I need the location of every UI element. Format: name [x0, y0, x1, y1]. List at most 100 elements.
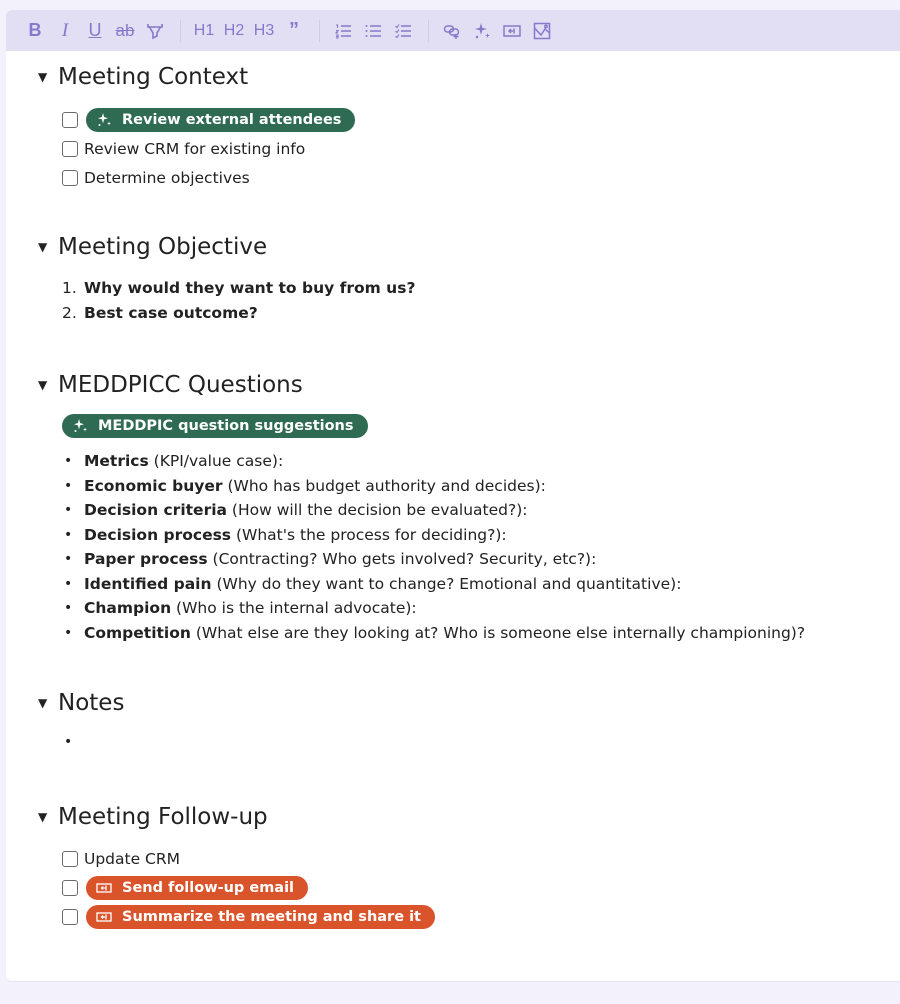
insert-image-button[interactable]: [531, 18, 553, 44]
heading-text: Meeting Context: [58, 64, 249, 90]
description: (What else are they looking at? Who is s…: [190, 623, 806, 642]
task-item: Summarize the meeting and share it: [38, 903, 900, 932]
ai-sparkle-button[interactable]: [471, 18, 493, 44]
action-pill[interactable]: Send follow-up email: [86, 876, 309, 900]
highlight-button[interactable]: [144, 18, 166, 44]
task-item: Update CRM: [38, 845, 900, 874]
pill-label: MEDDPIC question suggestions: [98, 418, 354, 434]
section-meeting-follow-up: ▼ Meeting Follow-up Update CRM Send foll…: [38, 799, 900, 932]
insert-action-icon: [96, 909, 112, 925]
task-item: Send follow-up email: [38, 874, 900, 903]
task-label: Update CRM: [84, 850, 181, 868]
formatting-toolbar: B I U ab H1 H2 H3 ”: [6, 10, 900, 51]
toolbar-divider: [319, 19, 320, 42]
list-text: Best case outcome?: [84, 303, 258, 322]
pill-label: Summarize the meeting and share it: [122, 909, 421, 925]
term: Metrics: [84, 452, 149, 471]
sparkle-icon: [96, 112, 112, 128]
section-meddpicc-questions: ▼ MEDDPICC Questions MEDDPIC question su…: [38, 367, 900, 645]
numbered-list-item: 1. Why would they want to buy from us?: [38, 276, 900, 301]
bullet-dot: •: [64, 575, 73, 592]
bullet-item: • Metrics (KPI/value case):: [38, 449, 900, 474]
collapse-caret-icon[interactable]: ▼: [38, 696, 58, 710]
task-item: Determine objectives: [38, 163, 900, 192]
bullet-item: • Competition (What else are they looking…: [38, 621, 900, 646]
heading-text: Meeting Objective: [58, 234, 268, 260]
ai-suggestion-pill[interactable]: Review external attendees: [86, 107, 356, 132]
section-heading: ▼ Meeting Context: [38, 59, 900, 95]
heading3-button[interactable]: H3: [253, 18, 275, 44]
sparkle-icon: [72, 418, 88, 434]
empty-bullet-item[interactable]: •: [38, 730, 900, 755]
collapse-caret-icon[interactable]: ▼: [38, 70, 58, 84]
task-checkbox[interactable]: [62, 111, 78, 128]
collapse-caret-icon[interactable]: ▼: [38, 378, 58, 392]
bullet-dot: •: [64, 477, 73, 494]
strikethrough-button[interactable]: ab: [114, 18, 136, 44]
checklist-button[interactable]: [392, 18, 414, 44]
numbered-list-button[interactable]: [332, 18, 354, 44]
heading-text: MEDDPICC Questions: [58, 372, 303, 398]
term: Paper process: [84, 550, 208, 569]
bullet-dot: •: [64, 600, 73, 617]
bullet-item: • Decision process (What's the process fo…: [38, 523, 900, 548]
list-text: Why would they want to buy from us?: [84, 279, 416, 298]
task-checkbox[interactable]: [62, 909, 78, 925]
description: (Who has budget authority and decides):: [222, 476, 546, 495]
task-label: Determine objectives: [84, 168, 250, 187]
quote-button[interactable]: ”: [283, 18, 305, 44]
highlighter-icon: [147, 23, 163, 39]
pill-label: Send follow-up email: [122, 880, 295, 896]
numbered-list-item: 2. Best case outcome?: [38, 301, 900, 326]
heading-text: Meeting Follow-up: [58, 803, 268, 830]
task-checkbox[interactable]: [62, 140, 78, 157]
meddpic-suggestions-pill[interactable]: MEDDPIC question suggestions: [62, 414, 368, 438]
bullet-dot: •: [64, 453, 73, 470]
bullet-dot: •: [64, 551, 73, 568]
underline-button[interactable]: U: [84, 18, 106, 44]
section-heading: ▼ Notes: [38, 685, 900, 721]
task-checkbox[interactable]: [62, 880, 78, 896]
insert-action-icon: [96, 880, 112, 896]
heading1-button[interactable]: H1: [193, 18, 215, 44]
task-checkbox[interactable]: [62, 851, 78, 867]
bullet-item: • Identified pain (Why do they want to ch…: [38, 572, 900, 597]
term: Decision criteria: [84, 501, 227, 520]
bullet-dot: •: [64, 502, 73, 519]
section-heading: ▼ Meeting Objective: [38, 229, 900, 265]
description: (How will the decision be evaluated?):: [226, 501, 528, 520]
heading2-button[interactable]: H2: [223, 18, 245, 44]
collapse-caret-icon[interactable]: ▼: [38, 810, 58, 824]
bold-button[interactable]: B: [24, 18, 46, 44]
task-checkbox[interactable]: [62, 169, 78, 186]
task-item: Review CRM for existing info: [38, 134, 900, 163]
collapse-caret-icon[interactable]: ▼: [38, 240, 58, 254]
action-pill[interactable]: Summarize the meeting and share it: [86, 905, 435, 929]
task-label: Review CRM for existing info: [84, 139, 306, 158]
description: (Why do they want to change? Emotional a…: [211, 574, 682, 593]
note-content[interactable]: ▼ Meeting Context Review external attend…: [6, 59, 900, 932]
section-heading: ▼ Meeting Follow-up: [38, 799, 900, 835]
section-notes: ▼ Notes •: [38, 685, 900, 755]
bullet-list-button[interactable]: [362, 18, 384, 44]
toolbar-divider: [428, 19, 429, 42]
checklist-icon: [395, 23, 411, 38]
bullet-item: • Champion (Who is the internal advocate)…: [38, 596, 900, 621]
section-heading: ▼ MEDDPICC Questions: [38, 367, 900, 403]
bullet-item: • Decision criteria (How will the decisio…: [38, 498, 900, 523]
pill-label: Review external attendees: [122, 111, 342, 128]
bullet-item: • Economic buyer (Who has budget authorit…: [38, 474, 900, 499]
term: Champion: [84, 599, 172, 618]
term: Identified pain: [84, 574, 212, 593]
heading-text: Notes: [58, 690, 125, 716]
italic-button[interactable]: I: [54, 18, 76, 44]
description: (Contracting? Who gets involved? Securit…: [207, 550, 597, 569]
link-button[interactable]: [441, 18, 463, 44]
insert-action-button[interactable]: [501, 18, 523, 44]
bullet-dot: •: [64, 526, 73, 543]
description: (KPI/value case):: [148, 452, 284, 471]
sparkle-icon: [475, 22, 490, 38]
list-number: 2.: [62, 303, 77, 322]
section-meeting-context: ▼ Meeting Context Review external attend…: [38, 59, 900, 192]
description: (What's the process for deciding?):: [231, 525, 507, 544]
